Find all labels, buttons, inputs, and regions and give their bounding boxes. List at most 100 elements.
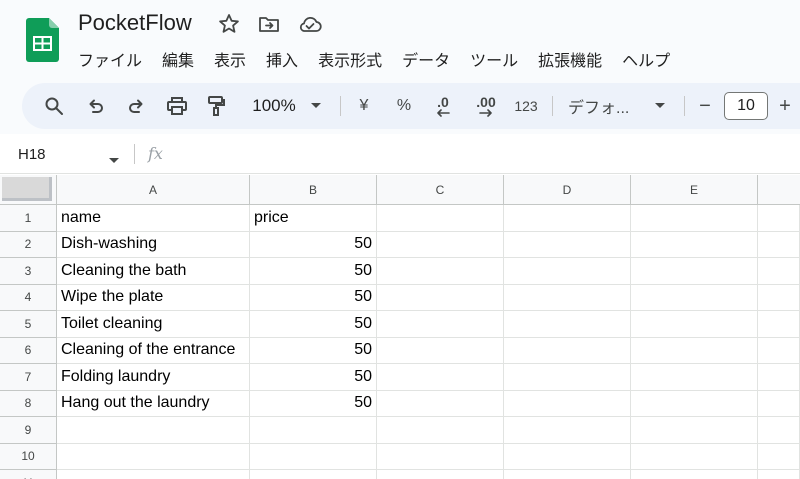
row-header-9[interactable]: 9 <box>0 417 57 444</box>
cell-D5[interactable] <box>504 311 631 338</box>
cell-D2[interactable] <box>504 231 631 258</box>
menu-insert[interactable]: 挿入 <box>266 47 298 70</box>
cell-F7[interactable] <box>758 364 800 391</box>
row-header-8[interactable]: 8 <box>0 390 57 417</box>
menu-format[interactable]: 表示形式 <box>318 47 382 70</box>
cell-D3[interactable] <box>504 258 631 285</box>
cell-B1[interactable]: price <box>250 205 377 232</box>
cell-B11[interactable] <box>250 470 377 479</box>
row-header-3[interactable]: 3 <box>0 258 57 285</box>
row-header-6[interactable]: 6 <box>0 337 57 364</box>
cell-C11[interactable] <box>377 470 504 479</box>
menu-help[interactable]: ヘルプ <box>622 47 670 70</box>
name-box-dropdown-icon[interactable] <box>108 152 120 170</box>
cell-A3[interactable]: Cleaning the bath <box>57 258 250 285</box>
name-box[interactable]: H18 <box>18 146 46 163</box>
cell-F11[interactable] <box>758 470 800 479</box>
row-header-2[interactable]: 2 <box>0 231 57 258</box>
cell-C8[interactable] <box>377 390 504 417</box>
cell-D9[interactable] <box>504 417 631 444</box>
cell-C9[interactable] <box>377 417 504 444</box>
cell-E10[interactable] <box>631 443 758 470</box>
cell-F1[interactable] <box>758 205 800 232</box>
cell-E8[interactable] <box>631 390 758 417</box>
column-header-c[interactable]: C <box>377 175 504 205</box>
cell-A8[interactable]: Hang out the laundry <box>57 390 250 417</box>
cell-A9[interactable] <box>57 417 250 444</box>
cell-F10[interactable] <box>758 443 800 470</box>
cell-E6[interactable] <box>631 337 758 364</box>
cell-C1[interactable] <box>377 205 504 232</box>
cell-F5[interactable] <box>758 311 800 338</box>
star-icon[interactable] <box>217 12 241 36</box>
font-size-input[interactable]: 10 <box>724 92 768 120</box>
cell-B7[interactable]: 50 <box>250 364 377 391</box>
cell-F8[interactable] <box>758 390 800 417</box>
print-icon[interactable] <box>164 83 190 129</box>
cell-A5[interactable]: Toilet cleaning <box>57 311 250 338</box>
column-header-a[interactable]: A <box>57 175 250 205</box>
cell-B3[interactable]: 50 <box>250 258 377 285</box>
cell-D6[interactable] <box>504 337 631 364</box>
currency-button[interactable]: ¥ <box>352 83 376 129</box>
row-header-11[interactable]: 11 <box>0 470 57 479</box>
cell-F3[interactable] <box>758 258 800 285</box>
menu-file[interactable]: ファイル <box>78 47 142 70</box>
zoom-dropdown-icon[interactable] <box>308 83 324 129</box>
cell-D8[interactable] <box>504 390 631 417</box>
move-folder-icon[interactable] <box>257 12 281 36</box>
cell-E5[interactable] <box>631 311 758 338</box>
row-header-4[interactable]: 4 <box>0 284 57 311</box>
cell-E2[interactable] <box>631 231 758 258</box>
menu-extensions[interactable]: 拡張機能 <box>538 47 602 70</box>
cell-F9[interactable] <box>758 417 800 444</box>
cell-E11[interactable] <box>631 470 758 479</box>
menu-edit[interactable]: 編集 <box>162 47 194 70</box>
cell-B6[interactable]: 50 <box>250 337 377 364</box>
menu-data[interactable]: データ <box>402 47 450 70</box>
row-header-10[interactable]: 10 <box>0 443 57 470</box>
cell-D10[interactable] <box>504 443 631 470</box>
cell-E7[interactable] <box>631 364 758 391</box>
cell-E3[interactable] <box>631 258 758 285</box>
row-header-5[interactable]: 5 <box>0 311 57 338</box>
cell-A2[interactable]: Dish-washing <box>57 231 250 258</box>
cell-E9[interactable] <box>631 417 758 444</box>
cell-C3[interactable] <box>377 258 504 285</box>
font-dropdown-icon[interactable] <box>652 83 668 129</box>
redo-icon[interactable] <box>124 83 148 129</box>
column-header-f[interactable] <box>758 175 800 205</box>
cell-C2[interactable] <box>377 231 504 258</box>
cell-D1[interactable] <box>504 205 631 232</box>
cell-A1[interactable]: name <box>57 205 250 232</box>
cell-E1[interactable] <box>631 205 758 232</box>
cell-E4[interactable] <box>631 284 758 311</box>
row-header-7[interactable]: 7 <box>0 364 57 391</box>
decrease-font-size-button[interactable]: − <box>694 83 716 129</box>
percent-button[interactable]: % <box>392 83 416 129</box>
cell-F4[interactable] <box>758 284 800 311</box>
cell-F6[interactable] <box>758 337 800 364</box>
document-title[interactable]: PocketFlow <box>78 10 192 36</box>
column-header-b[interactable]: B <box>250 175 377 205</box>
zoom-select[interactable]: 100% <box>252 96 295 116</box>
cell-A11[interactable] <box>57 470 250 479</box>
cell-B10[interactable] <box>250 443 377 470</box>
cloud-saved-icon[interactable] <box>297 12 322 36</box>
select-all-corner[interactable] <box>0 175 57 205</box>
cell-C5[interactable] <box>377 311 504 338</box>
decrease-decimal-button[interactable]: .0 <box>428 83 458 129</box>
cell-C6[interactable] <box>377 337 504 364</box>
increase-decimal-button[interactable]: .00 <box>470 83 502 129</box>
menu-tools[interactable]: ツール <box>470 47 518 70</box>
search-icon[interactable] <box>42 83 66 129</box>
paint-format-icon[interactable] <box>204 83 228 129</box>
cell-B4[interactable]: 50 <box>250 284 377 311</box>
cell-C10[interactable] <box>377 443 504 470</box>
cell-B5[interactable]: 50 <box>250 311 377 338</box>
cell-B8[interactable]: 50 <box>250 390 377 417</box>
row-header-1[interactable]: 1 <box>0 205 57 232</box>
cell-A10[interactable] <box>57 443 250 470</box>
cell-C7[interactable] <box>377 364 504 391</box>
cell-D7[interactable] <box>504 364 631 391</box>
